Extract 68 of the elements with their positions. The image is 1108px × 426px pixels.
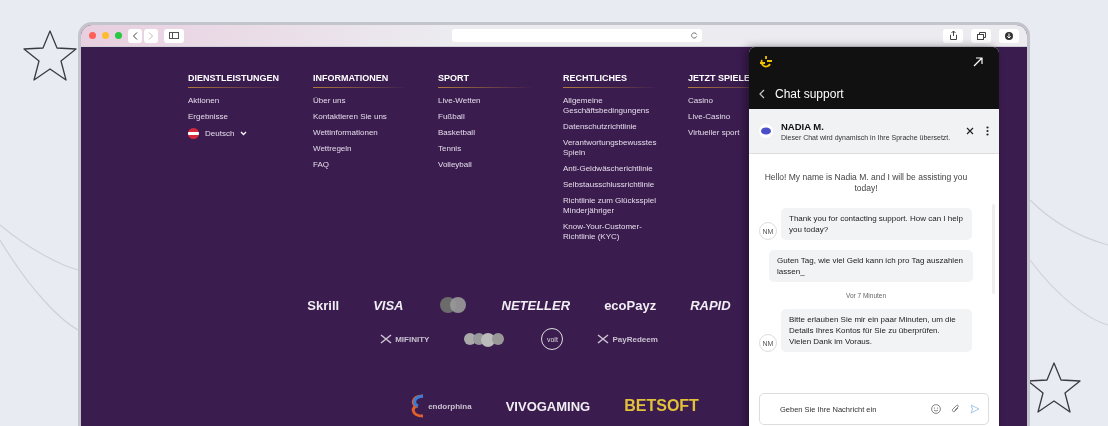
cross-logo-icon	[380, 334, 393, 344]
footer-link[interactable]: Ergebnisse	[188, 112, 229, 122]
footer-link[interactable]: Casino	[688, 96, 713, 106]
footer-link[interactable]: Fußball	[438, 112, 465, 122]
language-selector[interactable]: Deutsch	[188, 128, 248, 139]
logo-wordmark: ecoPayz	[604, 297, 657, 313]
logo-wordmark: Skrill	[307, 297, 340, 313]
logo-wordmark: PayRedeem	[612, 334, 658, 344]
footer-link[interactable]: Virtueller sport	[688, 128, 740, 138]
footer-heading: RECHTLICHES	[563, 73, 628, 83]
footer-heading: JETZT SPIELE	[688, 73, 751, 83]
agent-message: Thank you for contacting support. How can I help you today?	[781, 208, 972, 240]
close-icon[interactable]	[966, 127, 974, 135]
share-button[interactable]	[943, 28, 963, 43]
more-options-icon[interactable]	[986, 126, 989, 136]
footer-link[interactable]: Know-Your-Customer-Richtlinie (KYC)	[563, 222, 673, 242]
chat-title: Chat support	[775, 87, 844, 101]
footer-heading: SPORT	[438, 73, 470, 83]
footer-heading: DIENSTLEISTUNGEN	[188, 73, 280, 83]
logo-wordmark: MIFINITY	[395, 334, 430, 344]
welcome-message: Hello! My name is Nadia M. and I will be assisting you today!	[763, 172, 969, 194]
expand-icon[interactable]	[973, 57, 983, 67]
footer-link[interactable]: FAQ	[313, 160, 329, 170]
footer-link[interactable]: Datenschutzrichtlinie	[563, 122, 637, 132]
logo-wordmark: VISA	[373, 297, 404, 313]
footer-link[interactable]: Kontaktieren Sie uns	[313, 112, 387, 122]
footer-link[interactable]: Tennis	[438, 144, 462, 154]
chat-bubble-icon	[759, 124, 773, 138]
logo-wordmark: endorphina	[428, 401, 472, 411]
share-icon[interactable]	[949, 31, 957, 40]
back-icon[interactable]	[759, 89, 765, 99]
sidebar-icon[interactable]	[169, 32, 179, 39]
footer-link[interactable]: Richtlinie zum Glücksspiel Minderjähriger	[563, 196, 673, 216]
footer-link[interactable]: Aktionen	[188, 96, 220, 106]
footer-link[interactable]: Wettregeln	[313, 144, 352, 154]
reload-icon[interactable]	[691, 32, 698, 39]
agent-name: NADIA M.	[781, 120, 825, 132]
brand-logo-icon	[759, 55, 773, 69]
footer-link[interactable]: Basketball	[438, 128, 475, 138]
footer-link[interactable]: Live-Wetten	[438, 96, 481, 106]
agent-message: Bitte erlauben Sie mir ein paar Minuten, um die Details Ihres Kontos für Sie zu überprüfen. Vielen Dank im Voraus.	[781, 309, 972, 352]
download-button[interactable]	[999, 28, 1019, 43]
chevron-down-icon[interactable]	[240, 131, 248, 136]
download-icon[interactable]	[1005, 31, 1013, 40]
back-button[interactable]	[128, 28, 142, 43]
footer-link[interactable]: Live-Casino	[688, 112, 731, 122]
footer-link[interactable]: Über uns	[313, 96, 346, 106]
footer-link[interactable]: Allgemeine Geschäftsbedingungens	[563, 96, 673, 116]
swirl-logo-icon	[409, 394, 426, 418]
footer-link[interactable]: Verantwortungsbewusstes Spieln	[563, 138, 673, 158]
logo-wordmark: VIVOGAMING	[505, 398, 591, 414]
user-message: Guten Tag, wie viel Geld kann ich pro Tag auszahlen lassen_	[769, 250, 973, 282]
footer-link[interactable]: Volleyball	[438, 160, 472, 170]
chevron-left-icon[interactable]	[132, 31, 138, 40]
footer-link[interactable]: Selbstausschlussrichtlinie	[563, 180, 655, 190]
circles-logo-icon	[437, 296, 468, 314]
footer-link[interactable]: Wettinformationen	[313, 128, 378, 138]
emoji-icon[interactable]	[931, 404, 941, 414]
attachment-icon[interactable]	[951, 404, 960, 414]
cross-logo-icon	[597, 334, 610, 344]
logo-wordmark: NETELLER	[501, 297, 571, 313]
logo-wordmark: RAPID	[690, 297, 731, 313]
tabs-icon[interactable]	[976, 31, 986, 40]
sidebar-button[interactable]	[164, 28, 184, 43]
footer-heading: INFORMATIONEN	[313, 73, 390, 83]
footer-link[interactable]: Anti-Geldwäscherichtlinie	[563, 164, 653, 174]
tabs-button[interactable]	[971, 28, 991, 43]
logo-wordmark: BETSOFT	[624, 397, 699, 415]
